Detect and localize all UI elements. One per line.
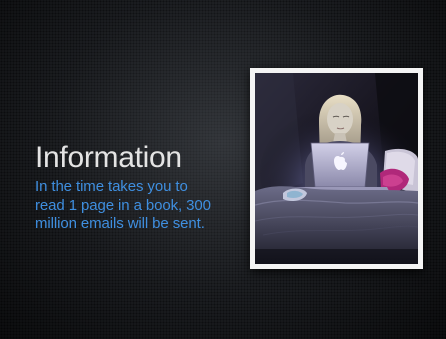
photo-frame — [250, 68, 423, 269]
slide-body-text: In the time takes you to read 1 page in … — [35, 178, 211, 232]
slide: Information In the time takes you to rea… — [0, 0, 446, 339]
slide-title: Information — [35, 141, 182, 174]
photo-woman-with-laptop — [255, 73, 418, 264]
